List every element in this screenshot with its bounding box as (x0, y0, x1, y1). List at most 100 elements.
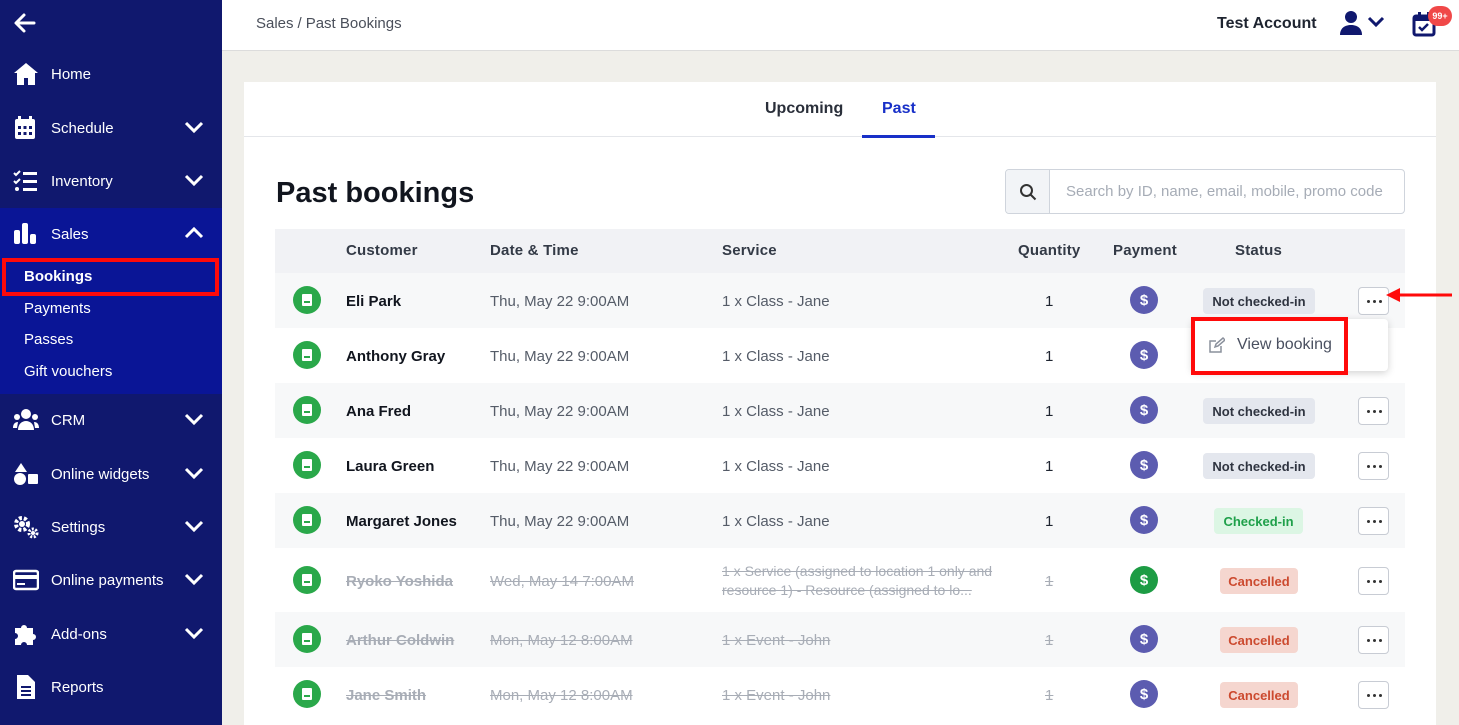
status-badge: Checked-in (1214, 508, 1303, 534)
account-name[interactable]: Test Account (1217, 15, 1317, 33)
gears-icon (14, 516, 39, 539)
user-icon[interactable] (1339, 10, 1363, 36)
notification-badge: 99+ (1428, 6, 1452, 26)
booking-icon (293, 341, 321, 369)
chevron-down-icon[interactable] (184, 466, 204, 480)
chevron-up-icon[interactable] (184, 226, 204, 240)
dollar-icon[interactable]: $ (1130, 396, 1158, 424)
header-quantity[interactable]: Quantity (1018, 242, 1080, 259)
sidebar-sub-payments[interactable]: Payments (24, 300, 91, 317)
customer-name[interactable]: Laura Green (346, 458, 434, 475)
search-button[interactable] (1006, 170, 1050, 213)
main-card: Upcoming Past Past bookings Customer Dat… (244, 82, 1436, 725)
status-badge: Not checked-in (1203, 288, 1315, 314)
shapes-icon (14, 463, 38, 485)
breadcrumb-current: Past Bookings (305, 15, 402, 32)
home-icon (14, 63, 38, 85)
customer-name[interactable]: Arthur Coldwin (346, 632, 454, 649)
dollar-icon[interactable]: $ (1130, 625, 1158, 653)
search-input[interactable] (1056, 170, 1401, 213)
chevron-down-icon[interactable] (184, 572, 204, 586)
search-box (1005, 169, 1405, 214)
customer-name[interactable]: Eli Park (346, 293, 401, 310)
chevron-down-icon[interactable] (1367, 16, 1385, 28)
dollar-icon[interactable]: $ (1130, 286, 1158, 314)
sidebar-item-label: Online payments (51, 571, 164, 589)
table-row[interactable]: Jane Smith Mon, May 12 8:00AM 1 x Event … (275, 667, 1405, 722)
booking-datetime: Mon, May 12 8:00AM (490, 687, 633, 704)
sidebar-sub-passes[interactable]: Passes (24, 331, 73, 348)
booking-service: 1 x Service (assigned to location 1 only… (722, 563, 993, 598)
calendar-icon (15, 116, 35, 139)
dollar-icon[interactable]: $ (1130, 451, 1158, 479)
booking-datetime: Mon, May 12 8:00AM (490, 632, 633, 649)
more-options-button[interactable] (1358, 626, 1389, 654)
customer-name[interactable]: Anthony Gray (346, 348, 445, 365)
table-row[interactable]: Ryoko Yoshida Wed, May 14 7:00AM 1 x Ser… (275, 550, 1405, 612)
sidebar-item-online-widgets[interactable]: Online widgets (0, 454, 222, 494)
puzzle-icon (15, 625, 36, 645)
search-icon (1020, 184, 1037, 201)
sidebar-item-crm[interactable]: CRM (0, 400, 222, 440)
back-arrow-icon[interactable] (12, 10, 38, 36)
booking-icon (293, 625, 321, 653)
sidebar-item-home[interactable]: Home (0, 54, 222, 94)
booking-quantity: 1 (1045, 293, 1054, 310)
booking-service: 1 x Event - John (722, 632, 831, 649)
header-payment[interactable]: Payment (1113, 242, 1177, 259)
booking-datetime: Thu, May 22 9:00AM (490, 348, 630, 365)
chevron-down-icon[interactable] (184, 626, 204, 640)
booking-quantity: 1 (1045, 403, 1054, 420)
sidebar-item-label: Add-ons (51, 625, 107, 643)
booking-quantity: 1 (1045, 458, 1054, 475)
table-row[interactable]: Ana Fred Thu, May 22 9:00AM 1 x Class - … (275, 383, 1405, 438)
chevron-down-icon[interactable] (184, 173, 204, 187)
more-options-button[interactable] (1358, 397, 1389, 425)
more-options-button[interactable] (1358, 567, 1389, 595)
header-datetime[interactable]: Date & Time (490, 242, 579, 259)
tabs: Upcoming Past (244, 82, 1436, 138)
table-row[interactable]: Arthur Coldwin Mon, May 12 8:00AM 1 x Ev… (275, 612, 1405, 667)
topbar: Sales / Past Bookings Test Account 99+ (222, 0, 1459, 51)
header-customer[interactable]: Customer (346, 242, 418, 259)
sidebar-item-online-payments[interactable]: Online payments (0, 560, 222, 600)
chevron-down-icon[interactable] (184, 519, 204, 533)
booking-quantity: 1 (1045, 348, 1054, 365)
chevron-down-icon[interactable] (184, 412, 204, 426)
active-tab-indicator (862, 135, 935, 138)
customer-name[interactable]: Jane Smith (346, 687, 426, 704)
status-badge: Cancelled (1220, 568, 1298, 594)
sidebar-item-schedule[interactable]: Schedule (0, 108, 222, 148)
booking-service: 1 x Class - Jane (722, 513, 830, 530)
table-row[interactable]: Margaret Jones Thu, May 22 9:00AM 1 x Cl… (275, 493, 1405, 548)
more-options-button[interactable] (1358, 452, 1389, 480)
sidebar-item-add-ons[interactable]: Add-ons (0, 614, 222, 654)
header-service[interactable]: Service (722, 242, 777, 259)
dollar-icon[interactable]: $ (1130, 341, 1158, 369)
booking-icon (293, 566, 321, 594)
booking-service: 1 x Class - Jane (722, 293, 830, 310)
sidebar-item-label: Settings (51, 518, 106, 536)
sidebar-item-sales[interactable]: Sales (0, 214, 222, 254)
customer-name[interactable]: Ryoko Yoshida (346, 573, 453, 590)
header-status[interactable]: Status (1235, 242, 1282, 259)
sidebar-item-reports[interactable]: Reports (0, 667, 222, 707)
dollar-icon[interactable]: $ (1130, 680, 1158, 708)
sidebar-item-settings[interactable]: Settings (0, 507, 222, 547)
customer-name[interactable]: Margaret Jones (346, 513, 457, 530)
dollar-icon[interactable]: $ (1130, 506, 1158, 534)
sidebar-sub-gift-vouchers[interactable]: Gift vouchers (24, 363, 112, 380)
status-badge: Not checked-in (1203, 398, 1315, 424)
tab-upcoming[interactable]: Upcoming (765, 100, 843, 118)
sidebar-item-inventory[interactable]: Inventory (0, 161, 222, 201)
tab-past[interactable]: Past (882, 100, 916, 118)
more-options-button[interactable] (1358, 507, 1389, 535)
dollar-icon[interactable]: $ (1130, 566, 1158, 594)
breadcrumb-sales[interactable]: Sales (256, 15, 294, 32)
breadcrumb: Sales / Past Bookings (256, 15, 406, 32)
table-row[interactable]: Laura Green Thu, May 22 9:00AM 1 x Class… (275, 438, 1405, 493)
customer-name[interactable]: Ana Fred (346, 403, 411, 420)
booking-datetime: Thu, May 22 9:00AM (490, 403, 630, 420)
chevron-down-icon[interactable] (184, 120, 204, 134)
more-options-button[interactable] (1358, 681, 1389, 709)
